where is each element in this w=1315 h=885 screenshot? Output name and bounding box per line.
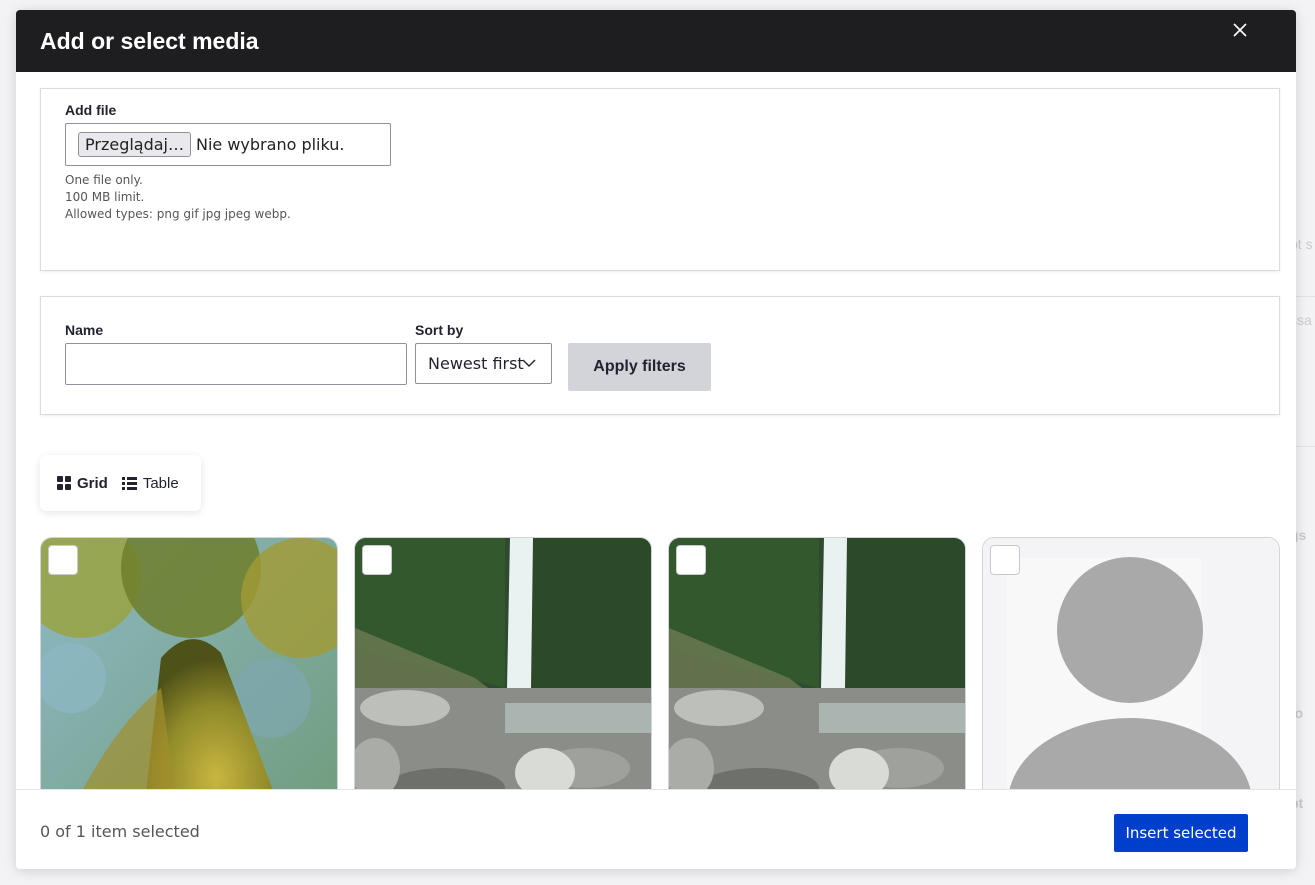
grid-view-label: Grid bbox=[77, 474, 108, 492]
apply-filters-button[interactable]: Apply filters bbox=[568, 343, 711, 391]
help-text-size: 100 MB limit. bbox=[65, 190, 145, 204]
media-item-checkbox[interactable] bbox=[676, 545, 706, 575]
name-input[interactable] bbox=[65, 343, 407, 385]
insert-selected-button[interactable]: Insert selected bbox=[1114, 814, 1248, 852]
media-item-card[interactable] bbox=[40, 537, 338, 797]
table-view-tab[interactable]: Table bbox=[121, 474, 179, 492]
chevron-down-icon bbox=[522, 359, 536, 367]
grid-view-tab[interactable]: Grid bbox=[57, 475, 108, 492]
filter-panel: Name Sort by Newest first Apply filters bbox=[40, 296, 1280, 415]
media-item-checkbox[interactable] bbox=[362, 545, 392, 575]
add-file-label: Add file bbox=[65, 102, 117, 118]
dialog-content: Add file Przeglądaj… Nie wybrano pliku. … bbox=[16, 72, 1296, 797]
dialog-footer: 0 of 1 item selected Insert selected bbox=[16, 789, 1296, 869]
waterfall-thumbnail bbox=[355, 538, 651, 797]
help-text-count: One file only. bbox=[65, 173, 143, 187]
media-dialog: Add or select media Add file Przeglądaj…… bbox=[16, 10, 1296, 869]
media-item-checkbox[interactable] bbox=[48, 545, 78, 575]
upload-panel: Add file Przeglądaj… Nie wybrano pliku. … bbox=[40, 88, 1280, 271]
tree-moss-thumbnail bbox=[41, 538, 337, 797]
list-icon bbox=[121, 476, 137, 490]
browse-button[interactable]: Przeglądaj… bbox=[78, 132, 191, 157]
help-text-types: Allowed types: png gif jpg jpeg webp. bbox=[65, 207, 291, 221]
sort-select[interactable]: Newest first bbox=[415, 343, 552, 384]
media-item-card[interactable] bbox=[982, 537, 1280, 797]
dialog-title: Add or select media bbox=[40, 27, 259, 54]
media-item-checkbox[interactable] bbox=[990, 545, 1020, 575]
media-item-card[interactable] bbox=[668, 537, 966, 797]
sort-label: Sort by bbox=[415, 322, 464, 338]
selection-count: 0 of 1 item selected bbox=[40, 822, 200, 841]
view-toggle: Grid Table bbox=[40, 455, 201, 511]
name-label: Name bbox=[65, 322, 104, 338]
file-input[interactable]: Przeglądaj… Nie wybrano pliku. bbox=[65, 123, 391, 166]
media-item-card[interactable] bbox=[354, 537, 652, 797]
grid-icon bbox=[57, 476, 71, 490]
file-status-text: Nie wybrano pliku. bbox=[196, 135, 345, 154]
user-avatar-icon bbox=[983, 538, 1279, 797]
table-view-label: Table bbox=[142, 474, 179, 492]
dialog-titlebar: Add or select media bbox=[16, 10, 1296, 72]
waterfall-thumbnail bbox=[669, 538, 965, 797]
sort-selected-value: Newest first bbox=[428, 354, 524, 373]
close-icon[interactable] bbox=[1228, 18, 1252, 42]
